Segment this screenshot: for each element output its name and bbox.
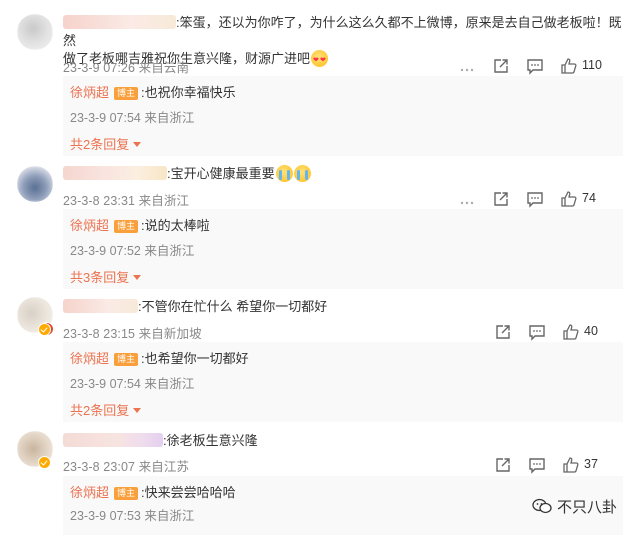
blogger-badge: 博主 [114,87,139,100]
reply-location: 来自浙江 [144,111,195,125]
comment-body: :宝开心健康最重要 [63,165,311,183]
comment-actions: 37 [494,456,618,474]
heart-eyes-emoji [311,50,329,70]
like-count: 40 [584,324,598,338]
share-icon[interactable] [492,190,510,208]
comment-icon[interactable] [528,456,546,474]
comment-body: :徐老板生意兴隆 [63,432,258,450]
reply-location: 来自浙江 [144,509,195,523]
comment-meta: 23-3-8 23:07 来自江苏 [63,456,189,475]
verified-badge [38,323,51,336]
comment-meta: 23-3-9 07:26 来自云南 [63,57,189,76]
reply-block: 徐炳超 博主:说的太棒啦 23-3-9 07:52 来自浙江 共3条回复 [63,209,623,289]
username-blurred[interactable] [63,299,138,313]
comment-actions: 110 [458,57,618,75]
crying-emoji [293,165,311,182]
reply-meta: 23-3-9 07:54 来自浙江 [70,107,194,126]
like-icon[interactable] [560,57,578,75]
share-icon[interactable] [494,323,512,341]
reply-time: 23-3-9 07:53 [70,509,141,523]
more-replies-link[interactable]: 共2条回复 [70,400,142,419]
username-blurred[interactable] [63,433,163,447]
comment-actions: 40 [494,323,618,341]
reply-location: 来自浙江 [144,377,195,391]
reply-block: 徐炳超 博主:也希望你一切都好 23-3-9 07:54 来自浙江 共2条回复 [63,342,623,422]
reply-time: 23-3-9 07:54 [70,377,141,391]
comment-time: 23-3-8 23:07 [63,460,136,474]
caret-down-icon [133,408,142,413]
reply-meta: 23-3-9 07:53 来自浙江 [70,505,194,524]
comment-time: 23-3-8 23:15 [63,327,136,341]
username-blurred[interactable] [63,166,167,180]
comment-time: 23-3-9 07:26 [63,61,136,75]
comment-text: :徐老板生意兴隆 [163,433,258,448]
blogger-badge: 博主 [114,353,139,366]
caret-down-icon [133,275,142,280]
more-replies-link[interactable]: 共3条回复 [70,267,142,286]
share-icon[interactable] [494,456,512,474]
like-count: 74 [582,191,596,205]
comment-actions: 74 [458,190,618,208]
verified-badge [38,456,51,469]
comment-text: :不管你在忙什么 希望你一切都好 [138,299,328,314]
reply-block: 徐炳超 博主:也祝你幸福快乐 23-3-9 07:54 来自浙江 共2条回复 [63,76,623,156]
watermark-text: 不只八卦 [557,499,618,516]
like-icon[interactable] [562,456,580,474]
comment-icon[interactable] [526,190,544,208]
reply-text: :也祝你幸福快乐 [141,85,236,100]
reply-location: 来自浙江 [144,244,195,258]
more-icon[interactable] [458,190,476,208]
reply-meta: 23-3-9 07:54 来自浙江 [70,373,194,392]
reply-time: 23-3-9 07:54 [70,111,141,125]
avatar[interactable] [17,14,53,50]
share-icon[interactable] [492,57,510,75]
blogger-badge: 博主 [114,220,139,233]
comment-meta: 23-3-8 23:15 来自新加坡 [63,323,202,342]
reply-text: :快来尝尝哈哈哈 [141,485,236,500]
comment-text: :宝开心健康最重要 [167,166,275,181]
comment-icon[interactable] [528,323,546,341]
comment-icon[interactable] [526,57,544,75]
username-blurred[interactable] [63,15,176,29]
more-icon[interactable] [458,57,476,75]
reply-author[interactable]: 徐炳超 [70,85,109,100]
like-icon[interactable] [560,190,578,208]
comment-location: 来自江苏 [138,460,190,474]
like-icon[interactable] [562,323,580,341]
reply-time: 23-3-9 07:52 [70,244,141,258]
like-count: 110 [582,58,602,72]
more-replies-label: 共3条回复 [70,270,130,285]
more-replies-link[interactable]: 共2条回复 [70,134,142,153]
comment-time: 23-3-8 23:31 [63,194,136,208]
blogger-badge: 博主 [114,487,139,500]
comment-location: 来自云南 [138,61,190,75]
comment-location: 来自新加坡 [138,327,202,341]
avatar[interactable] [17,166,53,202]
caret-down-icon [133,142,142,147]
more-replies-label: 共2条回复 [70,137,130,152]
comment-body: :不管你在忙什么 希望你一切都好 [63,298,327,316]
comment-meta: 23-3-8 23:31 来自浙江 [63,190,189,209]
like-count: 37 [584,457,598,471]
reply-text: :也希望你一切都好 [141,351,249,366]
comment-location: 来自浙江 [138,194,190,208]
more-replies-label: 共2条回复 [70,403,130,418]
reply-meta: 23-3-9 07:52 来自浙江 [70,240,194,259]
crying-emoji [275,165,293,182]
reply-author[interactable]: 徐炳超 [70,485,109,500]
reply-author[interactable]: 徐炳超 [70,218,109,233]
reply-text: :说的太棒啦 [141,218,210,233]
reply-author[interactable]: 徐炳超 [70,351,109,366]
wechat-logo-icon [532,498,552,514]
